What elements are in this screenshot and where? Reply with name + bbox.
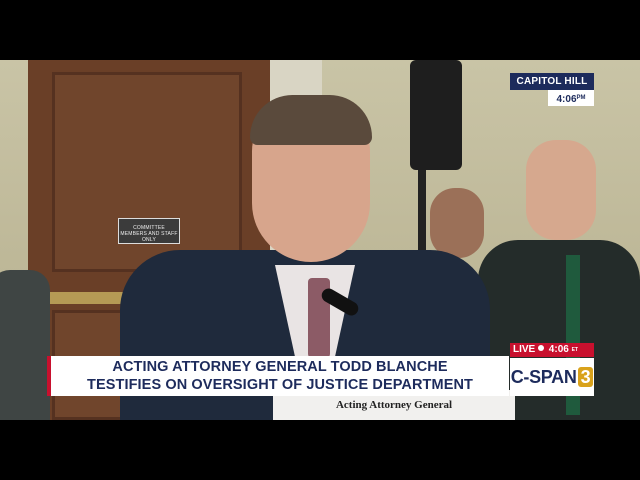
person-right-head: [526, 140, 596, 240]
live-label: LIVE: [513, 344, 536, 355]
headline-line-1: ACTING ATTORNEY GENERAL TODD BLANCHE: [112, 359, 448, 375]
live-timezone: ET: [571, 347, 578, 353]
location-time: 4:06PM: [548, 90, 594, 106]
network-logo: C-SPAN 3: [510, 358, 594, 396]
location-time-value: 4:06: [556, 94, 577, 105]
headline-line-2: TESTIFIES ON OVERSIGHT OF JUSTICE DEPART…: [87, 377, 473, 393]
brand-name: C-SPAN: [510, 367, 577, 387]
location-label: CAPITOL HILL: [510, 73, 594, 90]
live-time: 4:06: [548, 344, 569, 355]
nameplate-text: Acting Attorney General: [335, 399, 453, 411]
location-time-suffix: PM: [576, 95, 586, 101]
live-indicator: LIVE 4:06 ET: [510, 343, 594, 357]
live-dot-icon: [538, 345, 545, 351]
person-left: [0, 270, 50, 420]
headline-banner: ACTING ATTORNEY GENERAL TODD BLANCHE TES…: [47, 356, 509, 396]
witness-hair: [250, 95, 372, 145]
video-frame: COMMITTEE MEMBERS AND STAFF ONLY Acting …: [0, 0, 640, 480]
brand-number: 3: [577, 367, 594, 387]
